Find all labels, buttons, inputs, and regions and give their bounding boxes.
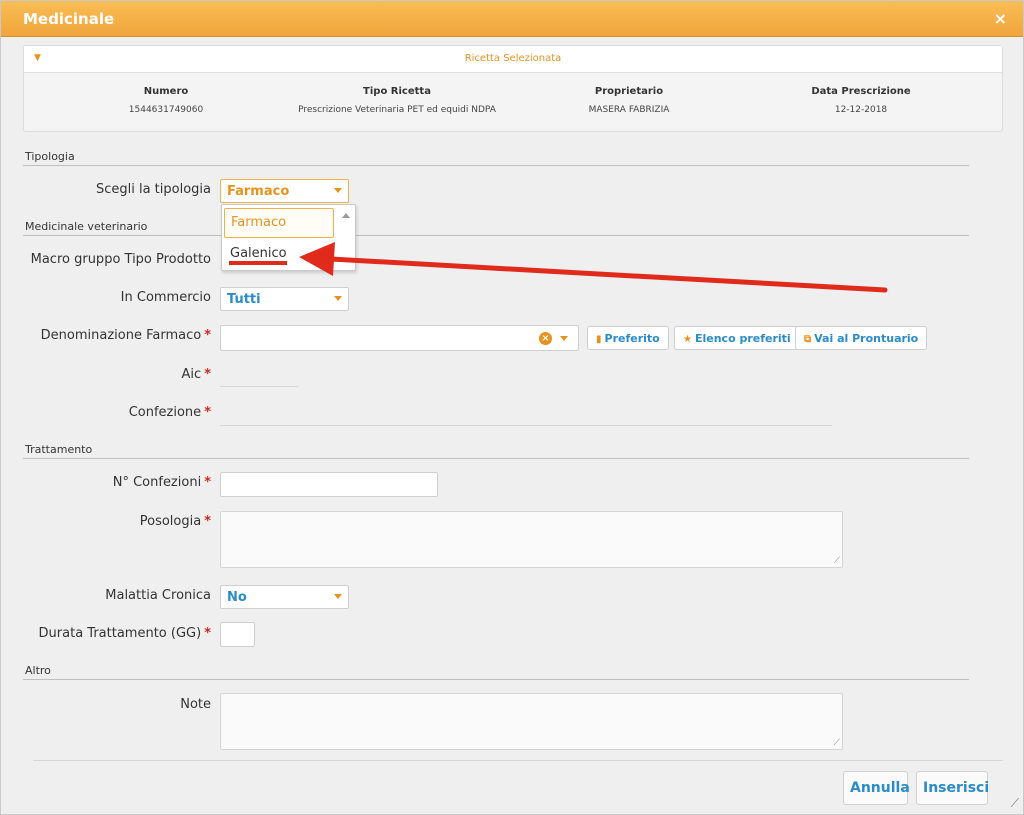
elenco-preferiti-button[interactable]: ★ Elenco preferiti bbox=[674, 326, 800, 350]
note-textarea[interactable]: ⟋ bbox=[220, 693, 843, 750]
annulla-button[interactable]: Annulla bbox=[843, 771, 910, 805]
malattia-cronica-selected-value: No bbox=[227, 590, 247, 605]
recipe-panel-header[interactable]: ▼ Ricetta Selezionata bbox=[24, 46, 1002, 73]
posologia-label: Posologia * bbox=[41, 514, 211, 529]
aic-label: Aic * bbox=[61, 367, 211, 382]
tipologia-select[interactable]: Farmaco bbox=[220, 179, 349, 203]
required-mark: * bbox=[204, 405, 211, 420]
macro-gruppo-label: Macro gruppo Tipo Prodotto bbox=[30, 252, 211, 267]
note-label: Note bbox=[180, 697, 211, 712]
aic-value-field bbox=[220, 386, 298, 387]
section-tipologia: Tipologia bbox=[25, 150, 75, 163]
aic-label-text: Aic bbox=[181, 367, 202, 382]
section-altro: Altro bbox=[25, 664, 51, 677]
recipe-panel-title: Ricetta Selezionata bbox=[464, 53, 562, 64]
tipologia-label: Scegli la tipologia bbox=[95, 182, 211, 197]
recipe-col-label: Data Prescrizione bbox=[811, 86, 911, 97]
section-divider bbox=[23, 679, 969, 680]
recipe-col-label: Numero bbox=[143, 86, 189, 97]
required-mark: * bbox=[204, 626, 211, 641]
annotation-underline bbox=[229, 261, 287, 265]
denominazione-label-text: Denominazione Farmaco bbox=[40, 328, 202, 343]
inserisci-button[interactable]: Inserisci bbox=[916, 771, 989, 805]
vai-al-prontuario-button-label: Vai al Prontuario bbox=[814, 332, 919, 345]
selected-recipe-panel: ▼ Ricetta Selezionata Numero 15446317490… bbox=[23, 45, 1003, 132]
malattia-cronica-label: Malattia Cronica bbox=[105, 588, 211, 603]
recipe-col-proprietario: Proprietario MASERA FABRIZIA bbox=[499, 86, 759, 115]
denominazione-farmaco-input[interactable]: × bbox=[220, 325, 579, 351]
section-trattamento: Trattamento bbox=[25, 443, 93, 456]
in-commercio-label: In Commercio bbox=[120, 290, 211, 305]
recipe-col-tipo: Tipo Ricetta Prescrizione Veterinaria PE… bbox=[267, 86, 527, 115]
dropdown-option-farmaco[interactable]: Farmaco bbox=[224, 208, 334, 238]
in-commercio-select[interactable]: Tutti bbox=[220, 287, 349, 311]
posologia-textarea[interactable]: ⟋ bbox=[220, 511, 843, 568]
elenco-preferiti-button-label: Elenco preferiti bbox=[694, 332, 791, 345]
required-mark: * bbox=[204, 514, 211, 529]
recipe-col-numero: Numero 1544631749060 bbox=[36, 86, 296, 115]
dialog-title: Medicinale bbox=[23, 10, 115, 28]
tipologia-selected-value: Farmaco bbox=[227, 184, 290, 199]
n-confezioni-input[interactable] bbox=[220, 472, 438, 497]
footer-divider bbox=[33, 760, 1003, 761]
n-confezioni-label: N° Confezioni * bbox=[41, 475, 211, 490]
recipe-col-value: MASERA FABRIZIA bbox=[588, 105, 670, 115]
vai-al-prontuario-button[interactable]: ⧉ Vai al Prontuario bbox=[795, 326, 928, 350]
section-divider bbox=[23, 458, 969, 459]
recipe-col-data: Data Prescrizione 12-12-2018 bbox=[731, 86, 991, 115]
in-commercio-selected-value: Tutti bbox=[227, 292, 261, 307]
n-confezioni-label-text: N° Confezioni bbox=[112, 475, 202, 490]
required-mark: * bbox=[204, 475, 211, 490]
malattia-cronica-select[interactable]: No bbox=[220, 585, 349, 609]
denominazione-label: Denominazione Farmaco * bbox=[21, 328, 211, 343]
clear-icon[interactable]: × bbox=[539, 332, 552, 345]
durata-trattamento-input[interactable] bbox=[220, 622, 255, 647]
dialog-titlebar[interactable]: Medicinale × bbox=[1, 1, 1023, 37]
recipe-col-value: 1544631749060 bbox=[128, 105, 204, 115]
recipe-col-value: Prescrizione Veterinaria PET ed equidi N… bbox=[298, 105, 496, 115]
book-icon: ▮ bbox=[596, 334, 602, 345]
durata-trattamento-label: Durata Trattamento (GG) * bbox=[21, 626, 211, 641]
recipe-col-label: Tipo Ricetta bbox=[363, 86, 431, 97]
medicinale-dialog: Medicinale × ▼ Ricetta Selezionata Numer… bbox=[0, 0, 1024, 815]
close-icon[interactable]: × bbox=[994, 9, 1007, 28]
section-divider bbox=[23, 235, 969, 236]
required-mark: * bbox=[204, 367, 211, 382]
posologia-label-text: Posologia bbox=[139, 514, 202, 529]
section-divider bbox=[23, 165, 969, 166]
confezione-label: Confezione * bbox=[61, 405, 211, 420]
confezione-label-text: Confezione bbox=[128, 405, 202, 420]
chevron-down-icon[interactable] bbox=[334, 296, 342, 301]
chevron-down-icon[interactable] bbox=[560, 336, 568, 341]
external-link-icon: ⧉ bbox=[804, 334, 812, 345]
preferito-button[interactable]: ▮ Preferito bbox=[587, 326, 669, 350]
required-mark: * bbox=[204, 328, 211, 343]
recipe-col-label: Proprietario bbox=[594, 86, 664, 97]
section-medicinale: Medicinale veterinario bbox=[25, 220, 148, 233]
scroll-up-icon[interactable] bbox=[342, 213, 350, 218]
star-icon: ★ bbox=[683, 334, 692, 345]
chevron-down-icon[interactable] bbox=[334, 594, 342, 599]
resize-grip-icon[interactable]: ⟋ bbox=[834, 738, 840, 748]
preferito-button-label: Preferito bbox=[604, 332, 660, 345]
dialog-resize-grip-icon[interactable]: ⟋ bbox=[1011, 796, 1019, 811]
recipe-col-value: 12-12-2018 bbox=[834, 105, 888, 115]
durata-trattamento-label-text: Durata Trattamento (GG) bbox=[38, 626, 202, 641]
chevron-down-icon[interactable] bbox=[334, 188, 342, 193]
confezione-value-field bbox=[220, 425, 832, 426]
resize-grip-icon[interactable]: ⟋ bbox=[834, 556, 840, 566]
